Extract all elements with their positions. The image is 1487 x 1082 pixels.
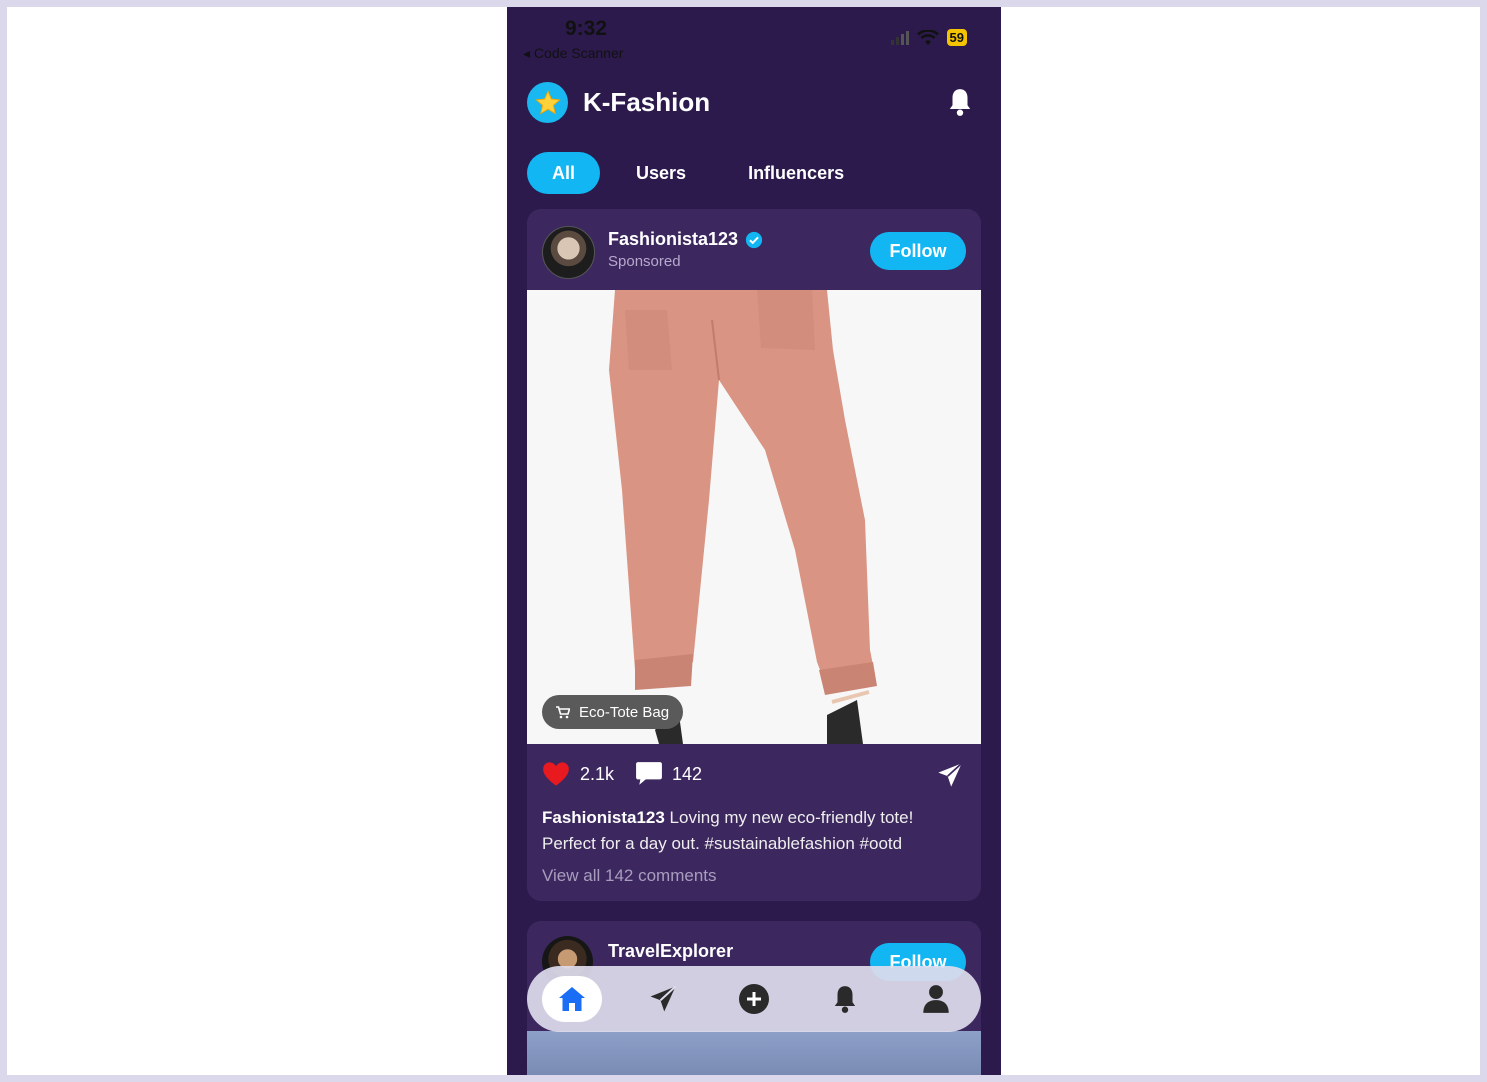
post-username-text: Fashionista123	[608, 229, 739, 249]
wifi-icon	[916, 29, 939, 45]
product-tag-label: Eco-Tote Bag	[579, 703, 670, 721]
pants-product-image	[609, 290, 877, 744]
post-username[interactable]: TravelExplorer	[608, 941, 733, 962]
nav-home[interactable]	[542, 976, 603, 1022]
follow-button[interactable]: Follow	[870, 232, 966, 270]
avatar[interactable]	[542, 226, 595, 279]
product-tag[interactable]: Eco-Tote Bag	[542, 695, 684, 729]
battery-indicator: 59	[946, 29, 967, 46]
post-username[interactable]: Fashionista123	[608, 229, 763, 250]
like-count: 2.1k	[580, 764, 615, 784]
bell-icon	[834, 986, 855, 1013]
status-time: 9:32	[565, 17, 608, 40]
phone-screen: 9:32 ◂ Code Scanner 59 K-Fashion All Use…	[507, 7, 1001, 1075]
cart-icon	[556, 705, 570, 718]
tab-all[interactable]: All	[527, 152, 601, 194]
caption-username[interactable]: Fashionista123	[542, 808, 665, 827]
post-card: Fashionista123 Sponsored Follow Eco-Tote…	[527, 209, 981, 901]
signal-icon	[890, 30, 909, 45]
tab-influencers[interactable]: Influencers	[723, 152, 869, 194]
comment-count: 142	[672, 764, 703, 784]
plus-circle-icon	[738, 984, 769, 1014]
nav-create[interactable]	[724, 976, 784, 1022]
status-indicators: 59	[890, 29, 967, 46]
view-comments-link[interactable]: View all 142 comments	[542, 866, 717, 886]
heart-icon[interactable]	[542, 761, 570, 787]
notifications-bell-icon[interactable]	[947, 87, 973, 117]
post-caption: Fashionista123 Loving my new eco-friendl…	[542, 805, 966, 857]
post-actions: 2.1k 142	[542, 759, 966, 789]
app-logo	[527, 82, 568, 123]
home-icon	[559, 987, 586, 1011]
nav-notifications[interactable]	[815, 976, 875, 1022]
comment-icon[interactable]	[635, 761, 663, 787]
back-to-app-link[interactable]: ◂ Code Scanner	[523, 45, 623, 62]
share-send-icon[interactable]	[936, 761, 964, 789]
post-image[interactable]	[527, 1031, 981, 1075]
verified-badge-icon	[745, 231, 763, 248]
send-icon	[650, 985, 677, 1012]
sponsored-label: Sponsored	[608, 253, 681, 270]
app-title: K-Fashion	[583, 87, 711, 117]
star-icon	[534, 89, 561, 114]
post-image[interactable]: Eco-Tote Bag	[527, 290, 981, 744]
bottom-navigation	[527, 966, 981, 1032]
tab-users[interactable]: Users	[611, 152, 711, 194]
filter-tabs: All Users Influencers	[527, 152, 869, 194]
nav-messages[interactable]	[633, 976, 693, 1022]
nav-profile[interactable]	[906, 976, 966, 1022]
person-icon	[922, 985, 949, 1013]
